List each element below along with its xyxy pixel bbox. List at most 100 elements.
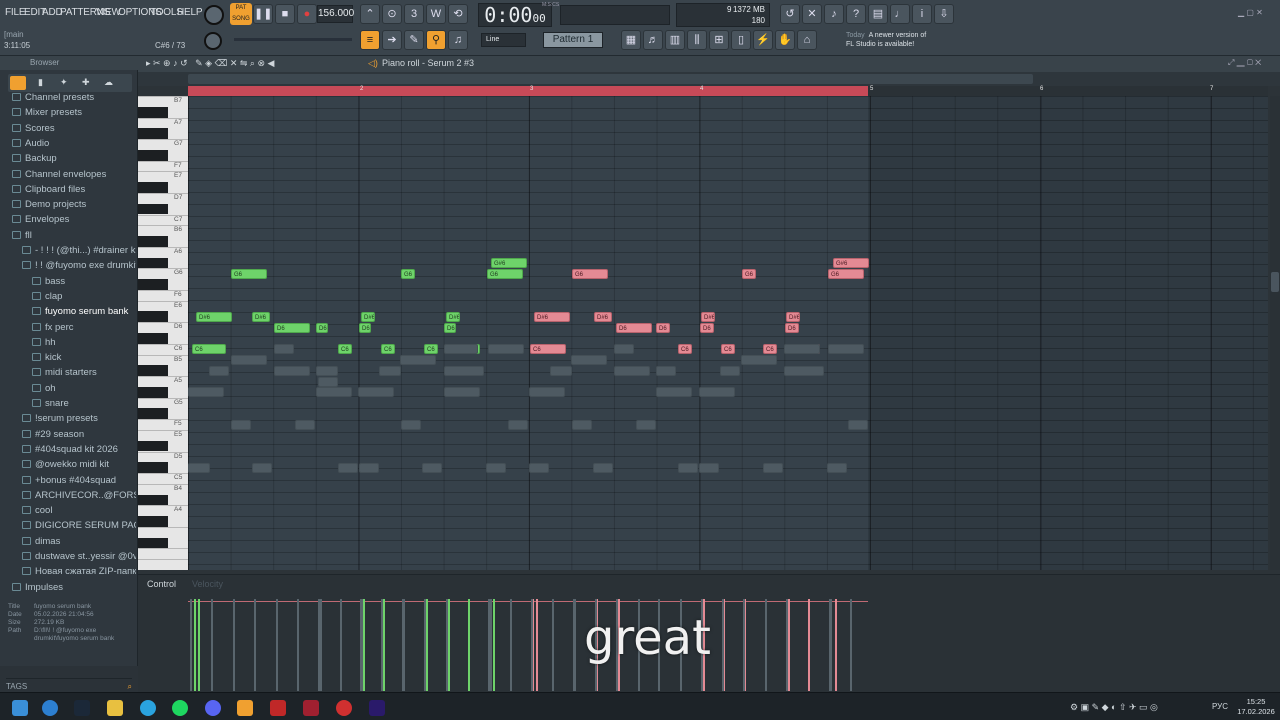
note[interactable]	[318, 376, 338, 387]
note[interactable]	[720, 365, 740, 376]
note[interactable]: D6	[616, 322, 652, 333]
stop-button[interactable]: ■	[275, 4, 295, 24]
black-key[interactable]	[138, 462, 168, 474]
note[interactable]: G#6	[491, 258, 527, 269]
note[interactable]: G6	[231, 268, 267, 279]
browser-item[interactable]: cool	[22, 503, 52, 518]
note[interactable]: G6	[401, 268, 415, 279]
vertical-scrollbar[interactable]	[1270, 96, 1280, 570]
velocity-stem[interactable]	[850, 599, 852, 691]
note[interactable]	[614, 365, 650, 376]
note[interactable]: D6	[359, 322, 371, 333]
window-controls[interactable]: ▁ ▢ ✕	[1238, 8, 1263, 17]
undo-icon[interactable]: ↺	[780, 4, 800, 24]
velocity-stem[interactable]	[446, 599, 448, 691]
note[interactable]: G6	[828, 268, 864, 279]
note[interactable]: D6	[444, 322, 456, 333]
black-key[interactable]	[138, 203, 168, 215]
master-pitch-knob[interactable]	[204, 32, 222, 50]
note[interactable]: G#6	[833, 258, 869, 269]
velocity-stem[interactable]	[829, 599, 831, 691]
black-key[interactable]	[138, 279, 168, 290]
velocity-stem[interactable]	[574, 599, 576, 691]
browser-item[interactable]: fuyomo serum bank	[32, 304, 128, 319]
note[interactable]: G6	[572, 268, 608, 279]
browser-files-icon[interactable]: ▮	[38, 77, 43, 88]
browser-item[interactable]: fx perc	[32, 320, 74, 335]
note[interactable]: D#6	[446, 311, 460, 322]
note[interactable]	[422, 462, 442, 473]
plug-icon[interactable]: ⚡	[753, 30, 773, 50]
wait-input-icon[interactable]: ⊙	[382, 4, 402, 24]
browser-item[interactable]: Scores	[12, 121, 55, 136]
velocity-stem[interactable]	[318, 599, 320, 691]
note[interactable]	[848, 419, 868, 430]
note[interactable]	[550, 365, 572, 376]
browser-item[interactable]: @owekko midi kit	[22, 457, 109, 472]
browser-item[interactable]: ARCHIVECOR..@FORSTOOD	[22, 488, 136, 503]
velocity-stem[interactable]	[233, 599, 235, 691]
piano-keyboard[interactable]: B7 A7 G7 F7 E7 D7 C7 B6 A6 G6 F6 E6 D6 C6 B5 A5 G5 F5 E5 D5…	[138, 96, 188, 570]
velocity-stem[interactable]	[426, 599, 428, 691]
note[interactable]	[252, 462, 272, 473]
note[interactable]	[401, 419, 421, 430]
browser-item[interactable]: Envelopes	[12, 212, 69, 227]
browser-item[interactable]: Backup	[12, 151, 57, 166]
velocity-stem[interactable]	[211, 599, 213, 691]
note[interactable]	[784, 365, 824, 376]
brush-tool-icon[interactable]: ✎	[404, 30, 424, 50]
plugin-db-icon[interactable]: ▯	[731, 30, 751, 50]
note[interactable]	[444, 365, 484, 376]
edge-icon[interactable]	[42, 700, 58, 716]
note[interactable]: D#6	[196, 311, 232, 322]
note[interactable]	[784, 344, 820, 355]
note[interactable]	[295, 419, 315, 430]
info-icon[interactable]: i	[912, 4, 932, 24]
cart-icon[interactable]: ⌂	[797, 30, 817, 50]
note[interactable]	[699, 462, 719, 473]
browser-item[interactable]: Clipboard files	[12, 182, 85, 197]
menu-help[interactable]: HELP	[177, 7, 203, 18]
browser-plugins-icon[interactable]: ✦	[60, 77, 68, 88]
note[interactable]	[529, 462, 549, 473]
browser-star-icon[interactable]: ✚	[82, 77, 90, 88]
browser-item[interactable]: #404squad kit 2026	[22, 442, 118, 457]
loop-region[interactable]	[188, 86, 868, 96]
save-icon[interactable]: ▤	[868, 4, 888, 24]
note[interactable]	[763, 462, 783, 473]
browser-item[interactable]: Demo projects	[12, 197, 86, 212]
spotify-icon[interactable]	[172, 700, 188, 716]
browser-item[interactable]: DIGICORE SERUM PACK	[22, 518, 136, 533]
browser-item[interactable]: +bonus #404squad	[22, 473, 116, 488]
velocity-stem[interactable]	[424, 599, 426, 691]
browser-item[interactable]: midi starters	[32, 365, 97, 380]
speaker-icon[interactable]: ◁)	[368, 58, 378, 69]
velocity-stem[interactable]	[490, 599, 492, 691]
vertical-scroll-thumb[interactable]	[1271, 272, 1279, 292]
arrow-tool-icon[interactable]: ➔	[382, 30, 402, 50]
note[interactable]: D6	[785, 322, 799, 333]
black-key[interactable]	[138, 516, 168, 527]
black-key[interactable]	[138, 311, 168, 323]
browser-item[interactable]: !serum presets	[22, 411, 98, 426]
velocity-stem[interactable]	[786, 599, 788, 691]
snap-selector[interactable]: Line	[481, 33, 526, 47]
velocity-stem[interactable]	[510, 599, 512, 691]
note[interactable]	[636, 419, 656, 430]
loop-record-icon[interactable]: ⟲	[448, 4, 468, 24]
browser-item[interactable]: Channel envelopes	[12, 167, 106, 182]
note[interactable]	[741, 355, 777, 366]
black-key[interactable]	[138, 236, 168, 247]
record-button[interactable]: ●	[297, 4, 317, 24]
velocity-stem[interactable]	[383, 599, 385, 691]
piano-roll-window-controls[interactable]: ⤢ ▁ ▢ ✕	[1228, 58, 1261, 68]
note[interactable]	[488, 344, 524, 355]
note-grid[interactable]: C6 D#6 G6 D#6 D6 D6 C6 D6 D#6 C6 G6 C6 D6 D#6 C6 G6 G#6 C…	[188, 96, 1268, 570]
velocity-stem[interactable]	[190, 599, 192, 691]
note[interactable]	[358, 387, 394, 398]
browser-item[interactable]: #29 season	[22, 427, 84, 442]
browser-item[interactable]: ! ! @fuyomo exe drumkit	[22, 258, 136, 273]
telegram-icon[interactable]	[140, 700, 156, 716]
plugin-icon[interactable]: ♩	[890, 4, 910, 24]
black-key[interactable]	[138, 333, 168, 344]
